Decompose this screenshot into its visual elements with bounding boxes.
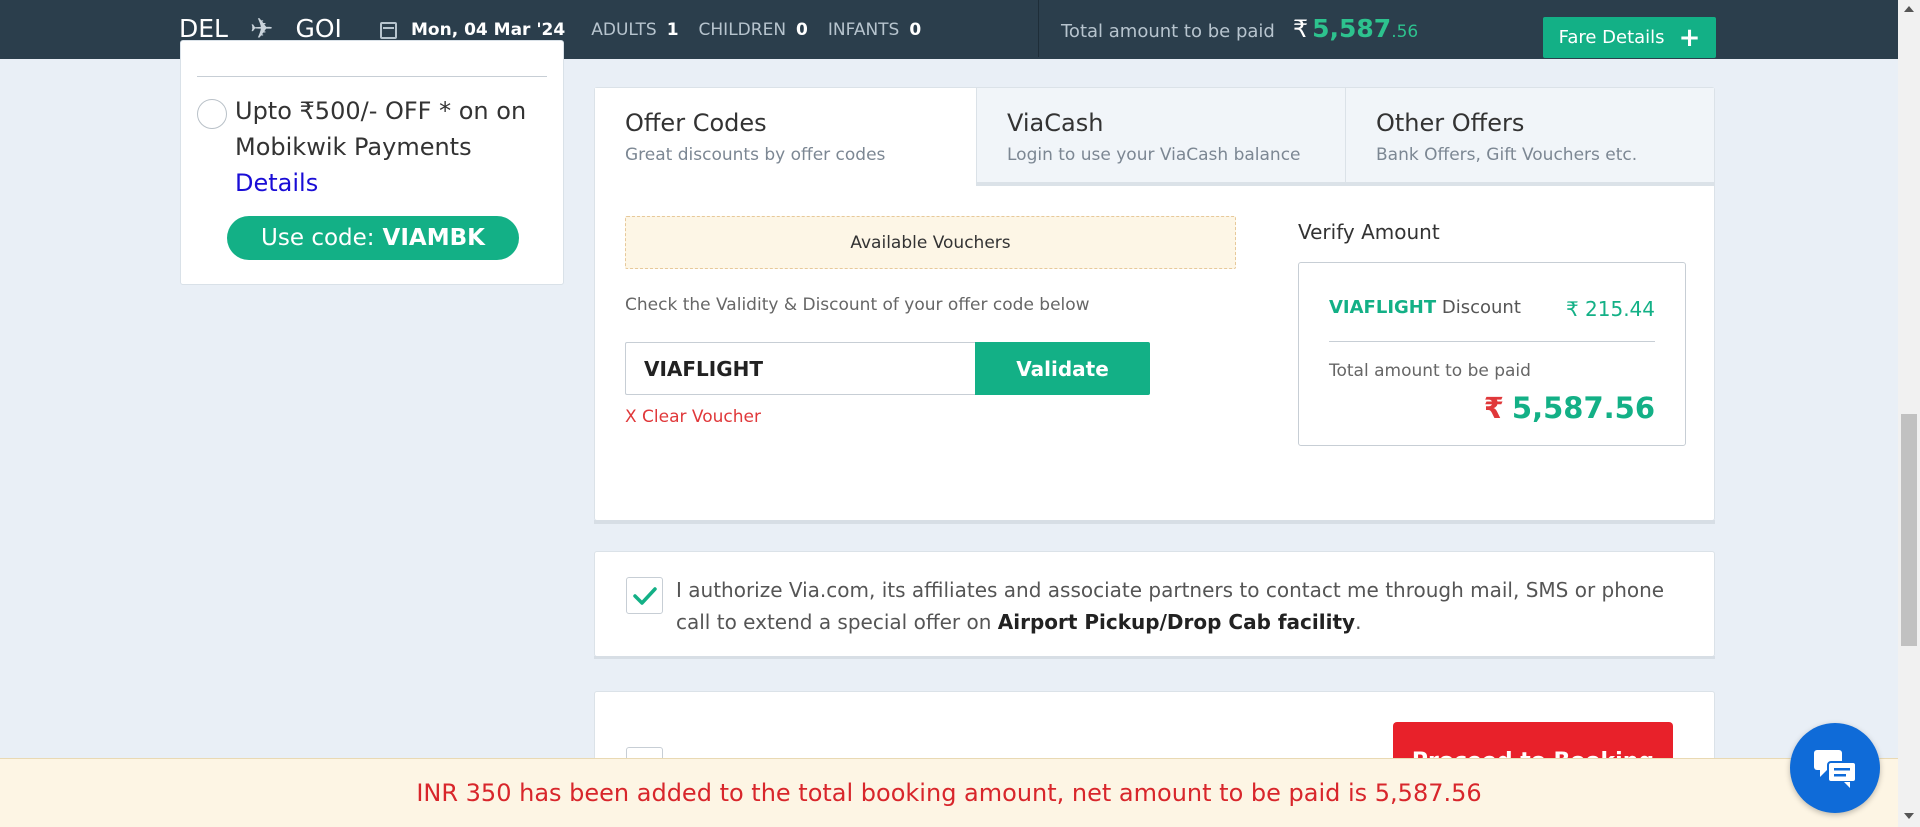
mobikwik-offer-card: Upto ₹500/- OFF * on on Mobikwik Payment… bbox=[180, 40, 564, 285]
available-vouchers-button[interactable]: Available Vouchers bbox=[625, 216, 1236, 269]
tab-offer-codes[interactable]: Offer Codes Great discounts by offer cod… bbox=[595, 88, 976, 186]
clear-voucher-link[interactable]: X Clear Voucher bbox=[625, 407, 761, 427]
tab-subtitle: Login to use your ViaCash balance bbox=[1007, 145, 1301, 165]
offer-tabs: Offer Codes Great discounts by offer cod… bbox=[595, 88, 1714, 186]
rupee-icon: ₹ bbox=[1483, 391, 1504, 425]
discount-row: VIAFLIGHT Discount ₹ 215.44 bbox=[1329, 297, 1655, 321]
scroll-down-arrow-icon[interactable] bbox=[1904, 813, 1914, 819]
offer-details-link[interactable]: Details bbox=[235, 169, 318, 197]
origin-code: DEL bbox=[179, 14, 228, 43]
children-count: 0 bbox=[796, 20, 808, 40]
tab-title: ViaCash bbox=[1007, 109, 1104, 137]
verify-total-value: 5,587.56 bbox=[1511, 391, 1655, 425]
offer-divider bbox=[197, 76, 547, 77]
calendar-icon bbox=[380, 21, 397, 39]
destination-code: GOI bbox=[295, 14, 342, 43]
discount-label: Discount bbox=[1441, 297, 1521, 318]
consent-text: I authorize Via.com, its affiliates and … bbox=[676, 574, 1686, 638]
use-code-pill[interactable]: Use code: VIAMBK bbox=[227, 216, 519, 260]
infants-count: 0 bbox=[909, 20, 922, 40]
discount-code: VIAFLIGHT bbox=[1329, 297, 1437, 318]
use-code-value: VIAMBK bbox=[382, 225, 485, 251]
adults-label: ADULTS bbox=[591, 20, 657, 40]
tab-title: Offer Codes bbox=[625, 109, 767, 137]
consent-text-bold: Airport Pickup/Drop Cab facility bbox=[997, 610, 1356, 634]
offers-panel: Offer Codes Great discounts by offer cod… bbox=[594, 87, 1715, 524]
offer-text-block: Upto ₹500/- OFF * on on Mobikwik Payment… bbox=[235, 93, 545, 201]
header-total-amount: 5,587 bbox=[1312, 14, 1392, 43]
banner-text: INR 350 has been added to the total book… bbox=[416, 779, 1482, 807]
verify-total-label: Total amount to be paid bbox=[1329, 361, 1531, 381]
verify-amount-box: VIAFLIGHT Discount ₹ 215.44 Total amount… bbox=[1298, 262, 1686, 446]
header-total: Total amount to be paid ₹ 5,587 .56 bbox=[1061, 14, 1418, 43]
tab-subtitle: Bank Offers, Gift Vouchers etc. bbox=[1376, 145, 1638, 165]
offer-radio[interactable] bbox=[197, 99, 227, 129]
verify-total-amount: ₹5,587.56 bbox=[1484, 391, 1655, 425]
check-validity-text: Check the Validity & Discount of your of… bbox=[625, 295, 1090, 315]
validate-button[interactable]: Validate bbox=[975, 342, 1150, 395]
header-total-label: Total amount to be paid bbox=[1061, 21, 1275, 42]
scroll-up-arrow-icon[interactable] bbox=[1904, 6, 1914, 12]
consent-text-end: . bbox=[1355, 610, 1362, 634]
travel-date: Mon, 04 Mar '24 bbox=[411, 20, 566, 40]
amount-notice-banner: INR 350 has been added to the total book… bbox=[0, 758, 1898, 827]
verify-amount-title: Verify Amount bbox=[1298, 220, 1440, 244]
checkmark-icon bbox=[632, 586, 657, 605]
offer-text: Upto ₹500/- OFF * on on Mobikwik Payment… bbox=[235, 97, 527, 161]
header-total-decimal: .56 bbox=[1391, 22, 1419, 42]
fare-details-label: Fare Details bbox=[1558, 27, 1665, 48]
chat-button[interactable] bbox=[1790, 723, 1880, 813]
tab-other-offers[interactable]: Other Offers Bank Offers, Gift Vouchers … bbox=[1345, 88, 1714, 186]
tab-subtitle: Great discounts by offer codes bbox=[625, 145, 886, 165]
plus-icon: + bbox=[1678, 22, 1701, 53]
children-label: CHILDREN bbox=[698, 20, 787, 40]
discount-value: ₹ 215.44 bbox=[1565, 297, 1655, 321]
scrollbar-thumb[interactable] bbox=[1901, 414, 1917, 646]
fare-details-button[interactable]: Fare Details + bbox=[1543, 17, 1716, 58]
adults-count: 1 bbox=[666, 20, 679, 40]
header-divider bbox=[1038, 0, 1039, 57]
trip-info: Mon, 04 Mar '24 ADULTS 1 CHILDREN 0 INFA… bbox=[380, 20, 941, 40]
consent-checkbox[interactable] bbox=[626, 577, 663, 614]
tab-viacash[interactable]: ViaCash Login to use your ViaCash balanc… bbox=[976, 88, 1345, 186]
infants-label: INFANTS bbox=[827, 20, 900, 40]
cab-consent-card: I authorize Via.com, its affiliates and … bbox=[594, 551, 1715, 659]
use-code-label: Use code: bbox=[261, 225, 375, 251]
tab-title: Other Offers bbox=[1376, 109, 1525, 137]
verify-divider bbox=[1329, 341, 1655, 342]
page-scrollbar[interactable] bbox=[1898, 0, 1920, 827]
rupee-icon: ₹ bbox=[1292, 15, 1309, 43]
chat-icon bbox=[1814, 750, 1857, 788]
offer-code-input[interactable] bbox=[625, 342, 975, 395]
